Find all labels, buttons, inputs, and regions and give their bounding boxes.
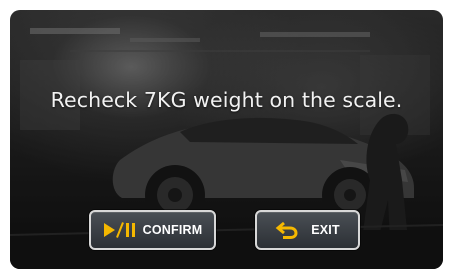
play-pause-icon: [103, 222, 137, 238]
dialog-message: Recheck 7KG weight on the scale.: [50, 88, 403, 112]
exit-button[interactable]: EXIT: [255, 210, 360, 250]
background-dim-overlay: [10, 10, 443, 269]
exit-button-label: EXIT: [311, 223, 340, 237]
return-arrow-icon: [275, 220, 299, 240]
confirm-button[interactable]: CONFIRM: [89, 210, 216, 250]
dialog-screen: Recheck 7KG weight on the scale.: [10, 10, 443, 269]
confirm-button-label: CONFIRM: [142, 223, 203, 237]
